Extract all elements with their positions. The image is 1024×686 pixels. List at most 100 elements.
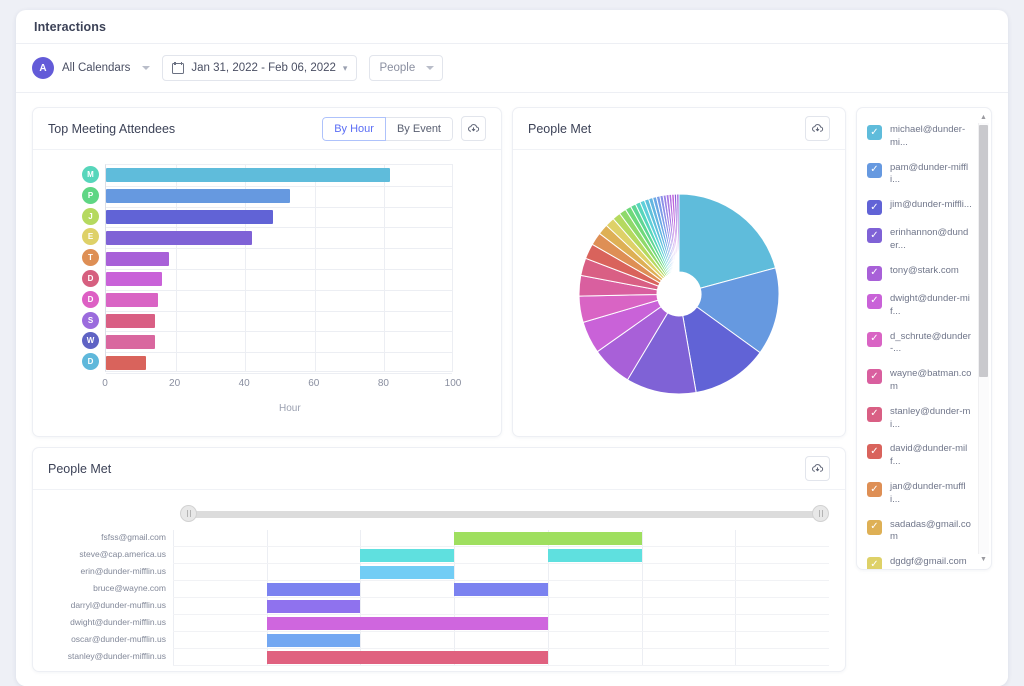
timeline-bar[interactable] [548,549,642,562]
attendee-avatar[interactable]: W [82,332,99,349]
page-title: Interactions [34,20,106,34]
slider-track[interactable] [188,511,821,518]
slider-handle-right[interactable] [812,505,829,522]
person-checkbox[interactable]: ✓ [867,200,882,215]
bar[interactable] [106,189,290,203]
person-checkbox[interactable]: ✓ [867,266,882,281]
bar[interactable] [106,231,252,245]
attendee-avatar[interactable]: T [82,249,99,266]
people-dropdown[interactable]: People [369,55,443,81]
card-header: Top Meeting Attendees By Hour By Event [33,108,501,150]
person-email: erinhannon@dunder... [890,227,972,253]
tab-by-hour[interactable]: By Hour [322,117,386,141]
person-checkbox[interactable]: ✓ [867,482,882,497]
person-checkbox[interactable]: ✓ [867,369,882,384]
person-checkbox[interactable]: ✓ [867,557,882,570]
bar[interactable] [106,293,158,307]
list-item[interactable]: ✓jan@dunder-muffli... [857,475,980,513]
list-item[interactable]: ✓tony@stark.com [857,259,980,287]
slider-handle-left[interactable] [180,505,197,522]
gridline-horizontal [106,290,452,291]
list-scrollbar[interactable]: ▲ ▼ [978,112,989,565]
bar[interactable] [106,210,273,224]
list-item[interactable]: ✓dgdgf@gmail.com [857,550,980,570]
person-checkbox[interactable]: ✓ [867,444,882,459]
attendee-avatar[interactable]: P [82,187,99,204]
attendee-avatar[interactable]: D [82,270,99,287]
person-checkbox[interactable]: ✓ [867,228,882,243]
cloud-download-icon [467,122,480,135]
list-item[interactable]: ✓sadadas@gmail.com [857,513,980,551]
timeline-bar[interactable] [454,651,548,664]
date-range-label: Jan 31, 2022 - Feb 06, 2022 [191,62,336,74]
timeline-bar[interactable] [360,549,454,562]
timeline-cell [642,598,736,614]
timeline-bar[interactable] [454,617,548,630]
person-checkbox[interactable]: ✓ [867,332,882,347]
person-checkbox[interactable]: ✓ [867,407,882,422]
person-email: michael@dunder-mi... [890,124,972,150]
person-checkbox[interactable]: ✓ [867,163,882,178]
arrow-up-icon[interactable]: ▲ [978,112,989,123]
download-button[interactable] [461,116,486,141]
calendar-selector[interactable]: A All Calendars [32,57,150,79]
bar[interactable] [106,356,146,370]
timeline-cell [267,530,361,546]
bar[interactable] [106,168,390,182]
attendee-avatar[interactable]: D [82,291,99,308]
people-list-scroll[interactable]: ✓ michael@dunder-mi... ✓pam@dunder-miffli.… [857,108,980,569]
timeline-bar[interactable] [267,600,361,613]
card-header: People Met [513,108,845,150]
list-item[interactable]: ✓ michael@dunder-mi... [857,118,980,156]
list-item[interactable]: ✓d_schrute@dunder-... [857,325,980,363]
bar[interactable] [106,314,155,328]
list-item[interactable]: ✓wayne@batman.com [857,362,980,400]
list-item[interactable]: ✓pam@dunder-miffli... [857,156,980,194]
timeline-bar[interactable] [267,651,454,664]
list-item[interactable]: ✓stanley@dunder-mi... [857,400,980,438]
person-checkbox[interactable]: ✓ [867,125,882,140]
card-header-actions: By Hour By Event [322,116,486,141]
timeline-cell [173,649,267,665]
attendee-avatar[interactable]: M [82,166,99,183]
bar[interactable] [106,335,155,349]
timeline-cell [454,632,548,648]
list-item[interactable]: ✓jim@dunder-miffli... [857,193,980,221]
timeline-cell [735,632,829,648]
gridline-horizontal [106,331,452,332]
timeline-bar[interactable] [267,617,454,630]
gridline-horizontal [106,207,452,208]
cloud-download-icon [811,122,824,135]
timeline-bar[interactable] [267,583,361,596]
filter-toolbar: A All Calendars Jan 31, 2022 - Feb 06, 2… [16,44,1008,93]
timeline-bar[interactable] [360,566,454,579]
tab-by-event[interactable]: By Event [386,117,453,141]
timeline-bar[interactable] [267,634,361,647]
donut-chart [513,150,845,437]
list-item[interactable]: ✓dwight@dunder-mif... [857,287,980,325]
attendee-avatar[interactable]: E [82,228,99,245]
person-checkbox[interactable]: ✓ [867,294,882,309]
list-item[interactable]: ✓david@dunder-milf... [857,437,980,475]
timeline-row: oscar@dunder-mufflin.us [173,632,829,649]
attendee-avatar[interactable]: J [82,208,99,225]
bar[interactable] [106,272,162,286]
timeline-cell [642,547,736,563]
attendee-avatar[interactable]: S [82,312,99,329]
attendee-avatar[interactable]: D [82,353,99,370]
timeline-bar[interactable] [454,532,641,545]
arrow-down-icon[interactable]: ▼ [978,554,989,565]
timeline-range-slider[interactable] [180,509,829,519]
download-button[interactable] [805,456,830,481]
download-button[interactable] [805,116,830,141]
scrollbar-thumb[interactable] [979,125,988,377]
timeline-cell [454,598,548,614]
list-item[interactable]: ✓ erinhannon@dunder... [857,221,980,259]
timeline-cell [454,564,548,580]
timeline-bar[interactable] [454,583,548,596]
bar[interactable] [106,252,169,266]
person-checkbox[interactable]: ✓ [867,520,882,535]
timeline-row: erin@dunder-mifflin.us [173,564,829,581]
timeline-row: dwight@dunder-mifflin.us [173,615,829,632]
date-range-picker[interactable]: Jan 31, 2022 - Feb 06, 2022 ▾ [162,55,357,81]
